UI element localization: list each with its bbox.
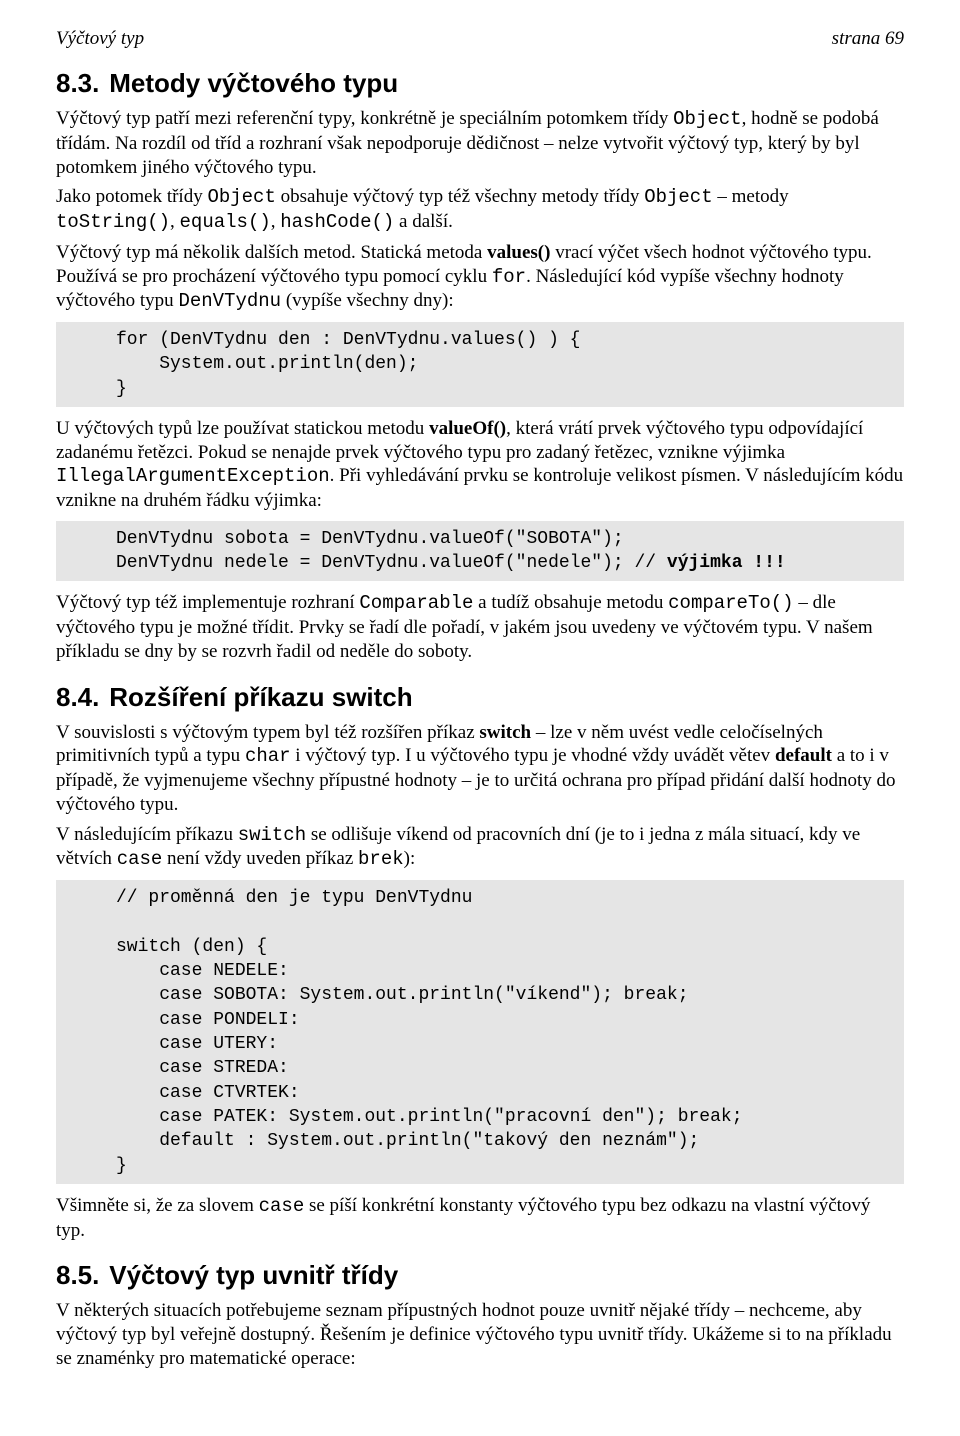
code-inline: toString()	[56, 211, 170, 233]
code-inline: DenVTydnu	[178, 290, 281, 312]
code-inline: switch	[238, 824, 306, 846]
code-inline: compareTo()	[668, 592, 793, 614]
paragraph: V následujícím příkazu switch se odlišuj…	[56, 823, 904, 873]
heading-title: Metody výčtového typu	[109, 68, 398, 98]
page-header: Výčtový typ strana 69	[56, 28, 904, 50]
code-inline: Object	[673, 108, 741, 130]
header-left: Výčtový typ	[56, 28, 144, 50]
paragraph: Všimněte si, že za slovem case se píší k…	[56, 1194, 904, 1243]
code-inline: case	[259, 1195, 305, 1217]
heading-8-5: 8.5. Výčtový typ uvnitř třídy	[56, 1260, 904, 1291]
paragraph: Výčtový typ též implementuje rozhraní Co…	[56, 591, 904, 663]
heading-number: 8.4.	[56, 682, 102, 713]
code-inline: char	[245, 745, 291, 767]
heading-8-4: 8.4. Rozšíření příkazu switch	[56, 682, 904, 713]
heading-title: Výčtový typ uvnitř třídy	[109, 1260, 398, 1290]
code-inline: brek	[358, 848, 404, 870]
heading-8-3: 8.3. Metody výčtového typu	[56, 68, 904, 99]
paragraph: V některých situacích potřebujeme seznam…	[56, 1299, 904, 1370]
code-block-switch: // proměnná den je typu DenVTydnu switch…	[56, 880, 904, 1184]
heading-number: 8.5.	[56, 1260, 102, 1291]
paragraph: V souvislosti s výčtovým typem byl též r…	[56, 721, 904, 817]
code-inline: case	[117, 848, 163, 870]
paragraph: Výčtový typ patří mezi referenční typy, …	[56, 107, 904, 179]
code-inline: equals()	[180, 211, 271, 233]
paragraph: U výčtových typů lze používat statickou …	[56, 417, 904, 513]
header-right: strana 69	[832, 28, 904, 50]
heading-title: Rozšíření příkazu switch	[109, 682, 412, 712]
paragraph: Výčtový typ má několik dalších metod. St…	[56, 241, 904, 314]
code-inline: IllegalArgumentException	[56, 465, 330, 487]
code-inline: for	[492, 266, 526, 288]
code-block-for: for (DenVTydnu den : DenVTydnu.values() …	[56, 322, 904, 407]
code-inline: Object	[644, 186, 712, 208]
paragraph: Jako potomek třídy Object obsahuje výčto…	[56, 185, 904, 235]
code-inline: Comparable	[359, 592, 473, 614]
code-block-valueof: DenVTydnu sobota = DenVTydnu.valueOf("SO…	[56, 521, 904, 582]
heading-number: 8.3.	[56, 68, 102, 99]
code-inline: Object	[207, 186, 275, 208]
code-inline: hashCode()	[280, 211, 394, 233]
